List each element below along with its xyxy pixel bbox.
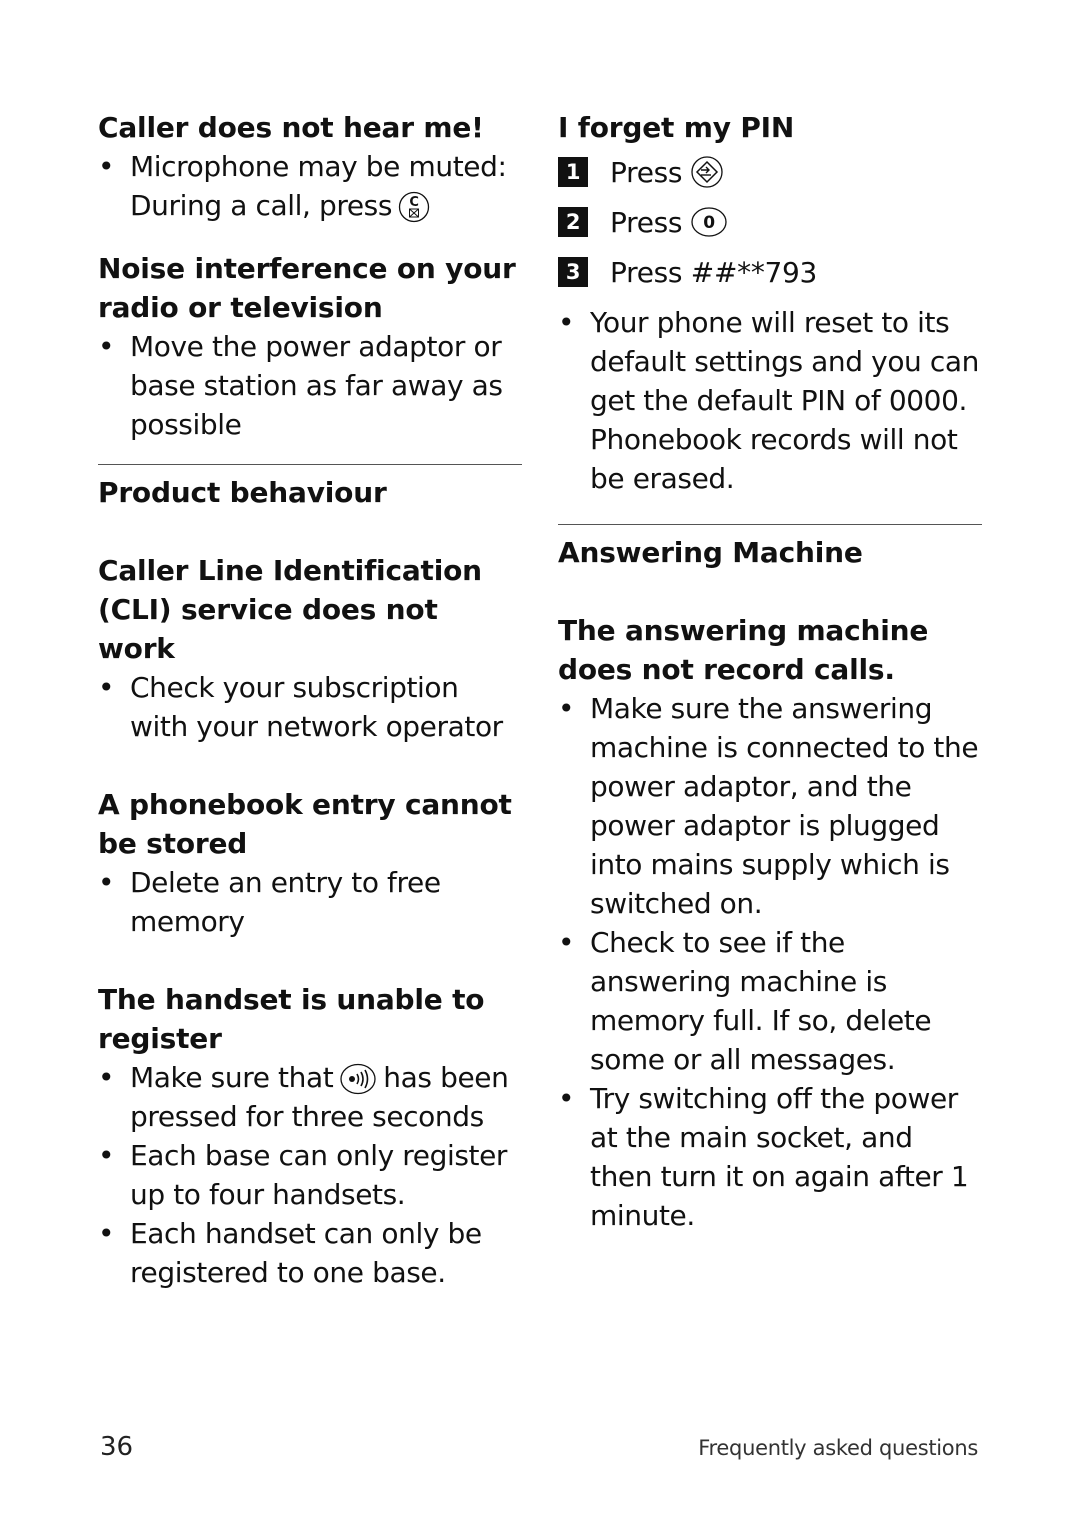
- list-item: • Check your subscription with your netw…: [98, 668, 522, 746]
- list-item: • Each base can only register up to four…: [98, 1136, 522, 1214]
- bullet-dot: •: [98, 866, 115, 899]
- bullet-dot: •: [558, 692, 575, 725]
- bullet-list: • Delete an entry to free memory: [98, 863, 522, 941]
- bullet-text: Make sure the answering machine is conne…: [590, 692, 979, 920]
- list-item: • Try switching off the power at the mai…: [558, 1079, 982, 1235]
- bullet-dot: •: [98, 150, 115, 183]
- bullet-list: • Your phone will reset to its default s…: [558, 303, 982, 498]
- bullet-dot: •: [98, 1139, 115, 1172]
- step-label: Press: [610, 205, 683, 239]
- zero-key-label: 0: [703, 213, 715, 233]
- bullet-list: • Make sure that has been pressed for th…: [98, 1058, 522, 1292]
- step-label: Press ##**793: [610, 255, 818, 289]
- bullet-text: Each handset can only be registered to o…: [130, 1217, 482, 1289]
- heading-product-behaviour: Product behaviour: [98, 476, 387, 509]
- section-divider: [558, 524, 982, 525]
- step-number: 3: [558, 257, 588, 287]
- step-3: 3 Press ##**793: [558, 247, 982, 297]
- bullet-text: Your phone will reset to its default set…: [590, 306, 980, 495]
- paging-key-icon: [339, 1062, 377, 1096]
- mute-c-key-icon: C: [398, 190, 430, 224]
- bullet-dot: •: [98, 1061, 115, 1094]
- bullet-text: Move the power adaptor or base station a…: [130, 330, 503, 441]
- bullet-list: • Make sure the answering machine is con…: [558, 689, 982, 1235]
- heading-cli-not-working: Caller Line Identification (CLI) service…: [98, 554, 482, 665]
- list-item: • Each handset can only be registered to…: [98, 1214, 522, 1292]
- step-number: 2: [558, 207, 588, 237]
- list-item: • Move the power adaptor or base station…: [98, 327, 522, 444]
- bullet-text: Try switching off the power at the main …: [590, 1082, 969, 1232]
- bullet-list: • Move the power adaptor or base station…: [98, 327, 522, 444]
- bullet-text: Microphone may be muted: During a call, …: [130, 150, 507, 222]
- step-number: 1: [558, 157, 588, 187]
- step-label: Press: [610, 155, 683, 189]
- list-item: • Check to see if the answering machine …: [558, 923, 982, 1079]
- zero-key-icon: 0: [690, 206, 728, 238]
- footer-section-title: Frequently asked questions: [698, 1436, 978, 1460]
- bullet-text: Make sure that: [130, 1061, 334, 1094]
- list-item: • Microphone may be muted: During a call…: [98, 147, 522, 225]
- heading-phonebook-entry: A phonebook entry cannot be stored: [98, 788, 512, 860]
- bullet-list: • Check your subscription with your netw…: [98, 668, 522, 746]
- heading-not-record-calls: The answering machine does not record ca…: [558, 614, 929, 686]
- bullet-dot: •: [558, 306, 575, 339]
- bullet-text: Delete an entry to free memory: [130, 866, 441, 938]
- bullet-dot: •: [558, 1082, 575, 1115]
- list-item: • Make sure that has been pressed for th…: [98, 1058, 522, 1136]
- page-number: 36: [100, 1432, 134, 1462]
- section-divider: [98, 464, 522, 465]
- bullet-dot: •: [98, 1217, 115, 1250]
- heading-forget-pin: I forget my PIN: [558, 111, 795, 144]
- bullet-text: Each base can only register up to four h…: [130, 1139, 508, 1211]
- heading-handset-register: The handset is unable to register: [98, 983, 485, 1055]
- heading-caller-not-hear: Caller does not hear me!: [98, 111, 484, 144]
- bullet-list: • Microphone may be muted: During a call…: [98, 147, 522, 225]
- heading-answering-machine: Answering Machine: [558, 536, 863, 569]
- list-item: • Delete an entry to free memory: [98, 863, 522, 941]
- list-item: • Your phone will reset to its default s…: [558, 303, 982, 498]
- svg-text:C: C: [409, 195, 418, 210]
- bullet-text: Check to see if the answering machine is…: [590, 926, 932, 1076]
- bullet-text: Check your subscription with your networ…: [130, 671, 503, 743]
- list-item: • Make sure the answering machine is con…: [558, 689, 982, 923]
- bullet-dot: •: [558, 926, 575, 959]
- bullet-dot: •: [98, 671, 115, 704]
- right-column: I forget my PIN 1 Press 2 Press 0 3 Pres…: [558, 108, 982, 1235]
- menu-ok-key-icon: [690, 155, 724, 189]
- step-2: 2 Press 0: [558, 197, 982, 247]
- bullet-dot: •: [98, 330, 115, 363]
- step-1: 1 Press: [558, 147, 982, 197]
- heading-noise-interference: Noise interference on your radio or tele…: [98, 252, 516, 324]
- left-column: Caller does not hear me! • Microphone ma…: [98, 108, 522, 1292]
